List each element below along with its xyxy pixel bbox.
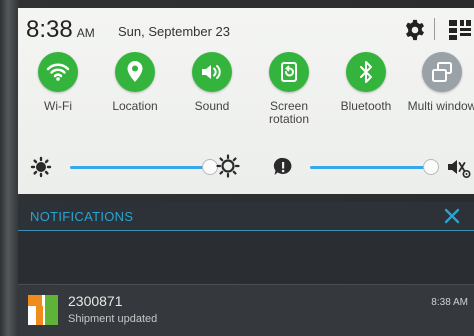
notification-item[interactable]: 2300871 Shipment updated 8:38 AM — [18, 284, 474, 336]
bluetooth-toggle[interactable]: Bluetooth — [331, 52, 401, 140]
multi-window-icon — [432, 62, 452, 82]
multi-window-toggle-circle — [422, 52, 462, 92]
notifications-title: NOTIFICATIONS — [30, 209, 134, 224]
bluetooth-label: Bluetooth — [340, 99, 392, 113]
header-divider — [434, 18, 435, 40]
screen: 8:38 AM Sun, September 23 Wi-Fi Location… — [18, 8, 474, 336]
location-toggle-circle — [115, 52, 155, 92]
location-label: Location — [112, 99, 158, 113]
clock-time: 8:38 — [26, 16, 73, 43]
wifi-toggle-circle — [38, 52, 78, 92]
screen-rotation-label: Screen rotation — [268, 99, 310, 126]
settings-gear-icon[interactable] — [404, 19, 426, 41]
volume-settings-icon[interactable] — [446, 156, 472, 180]
quick-settings-grid-icon[interactable] — [448, 19, 472, 41]
notification-alert-icon — [273, 157, 292, 175]
notification-subtitle: Shipment updated — [68, 313, 158, 325]
bluetooth-toggle-circle — [346, 52, 386, 92]
sound-icon — [202, 65, 221, 79]
multi-window-toggle[interactable]: Multi window — [407, 52, 474, 140]
location-toggle[interactable]: Location — [100, 52, 170, 140]
multi-window-label: Multi window — [407, 99, 474, 113]
screen-rotation-toggle-circle — [269, 52, 309, 92]
clock-ampm: AM — [76, 26, 95, 40]
shipment-app-icon — [28, 295, 58, 325]
quick-settings-panel: 8:38 AM Sun, September 23 Wi-Fi Location… — [18, 8, 474, 194]
volume-slider-knob[interactable] — [423, 159, 439, 175]
notification-title: 2300871 — [68, 293, 123, 309]
close-icon[interactable] — [442, 206, 462, 226]
date-label: Sun, September 23 — [118, 24, 231, 39]
slider-row — [18, 150, 474, 186]
sound-toggle-circle — [192, 52, 232, 92]
brightness-low-icon — [30, 156, 52, 178]
clock: 8:38 AM — [26, 16, 95, 44]
screen-rotation-toggle[interactable]: Screen rotation — [254, 52, 324, 140]
location-icon — [127, 61, 143, 82]
brightness-high-icon — [216, 154, 240, 178]
notification-empty-area — [18, 231, 474, 283]
volume-slider-fill[interactable] — [310, 166, 430, 169]
notification-time: 8:38 AM — [431, 297, 468, 308]
sound-toggle[interactable]: Sound — [177, 52, 247, 140]
wifi-label: Wi-Fi — [44, 99, 72, 113]
wifi-icon — [46, 63, 70, 81]
notifications-header: NOTIFICATIONS — [18, 202, 474, 230]
sound-label: Sound — [194, 99, 230, 113]
brightness-slider-fill[interactable] — [70, 166, 209, 169]
bluetooth-icon — [360, 61, 372, 83]
screen-rotation-icon — [281, 62, 297, 82]
wifi-toggle[interactable]: Wi-Fi — [23, 52, 93, 140]
